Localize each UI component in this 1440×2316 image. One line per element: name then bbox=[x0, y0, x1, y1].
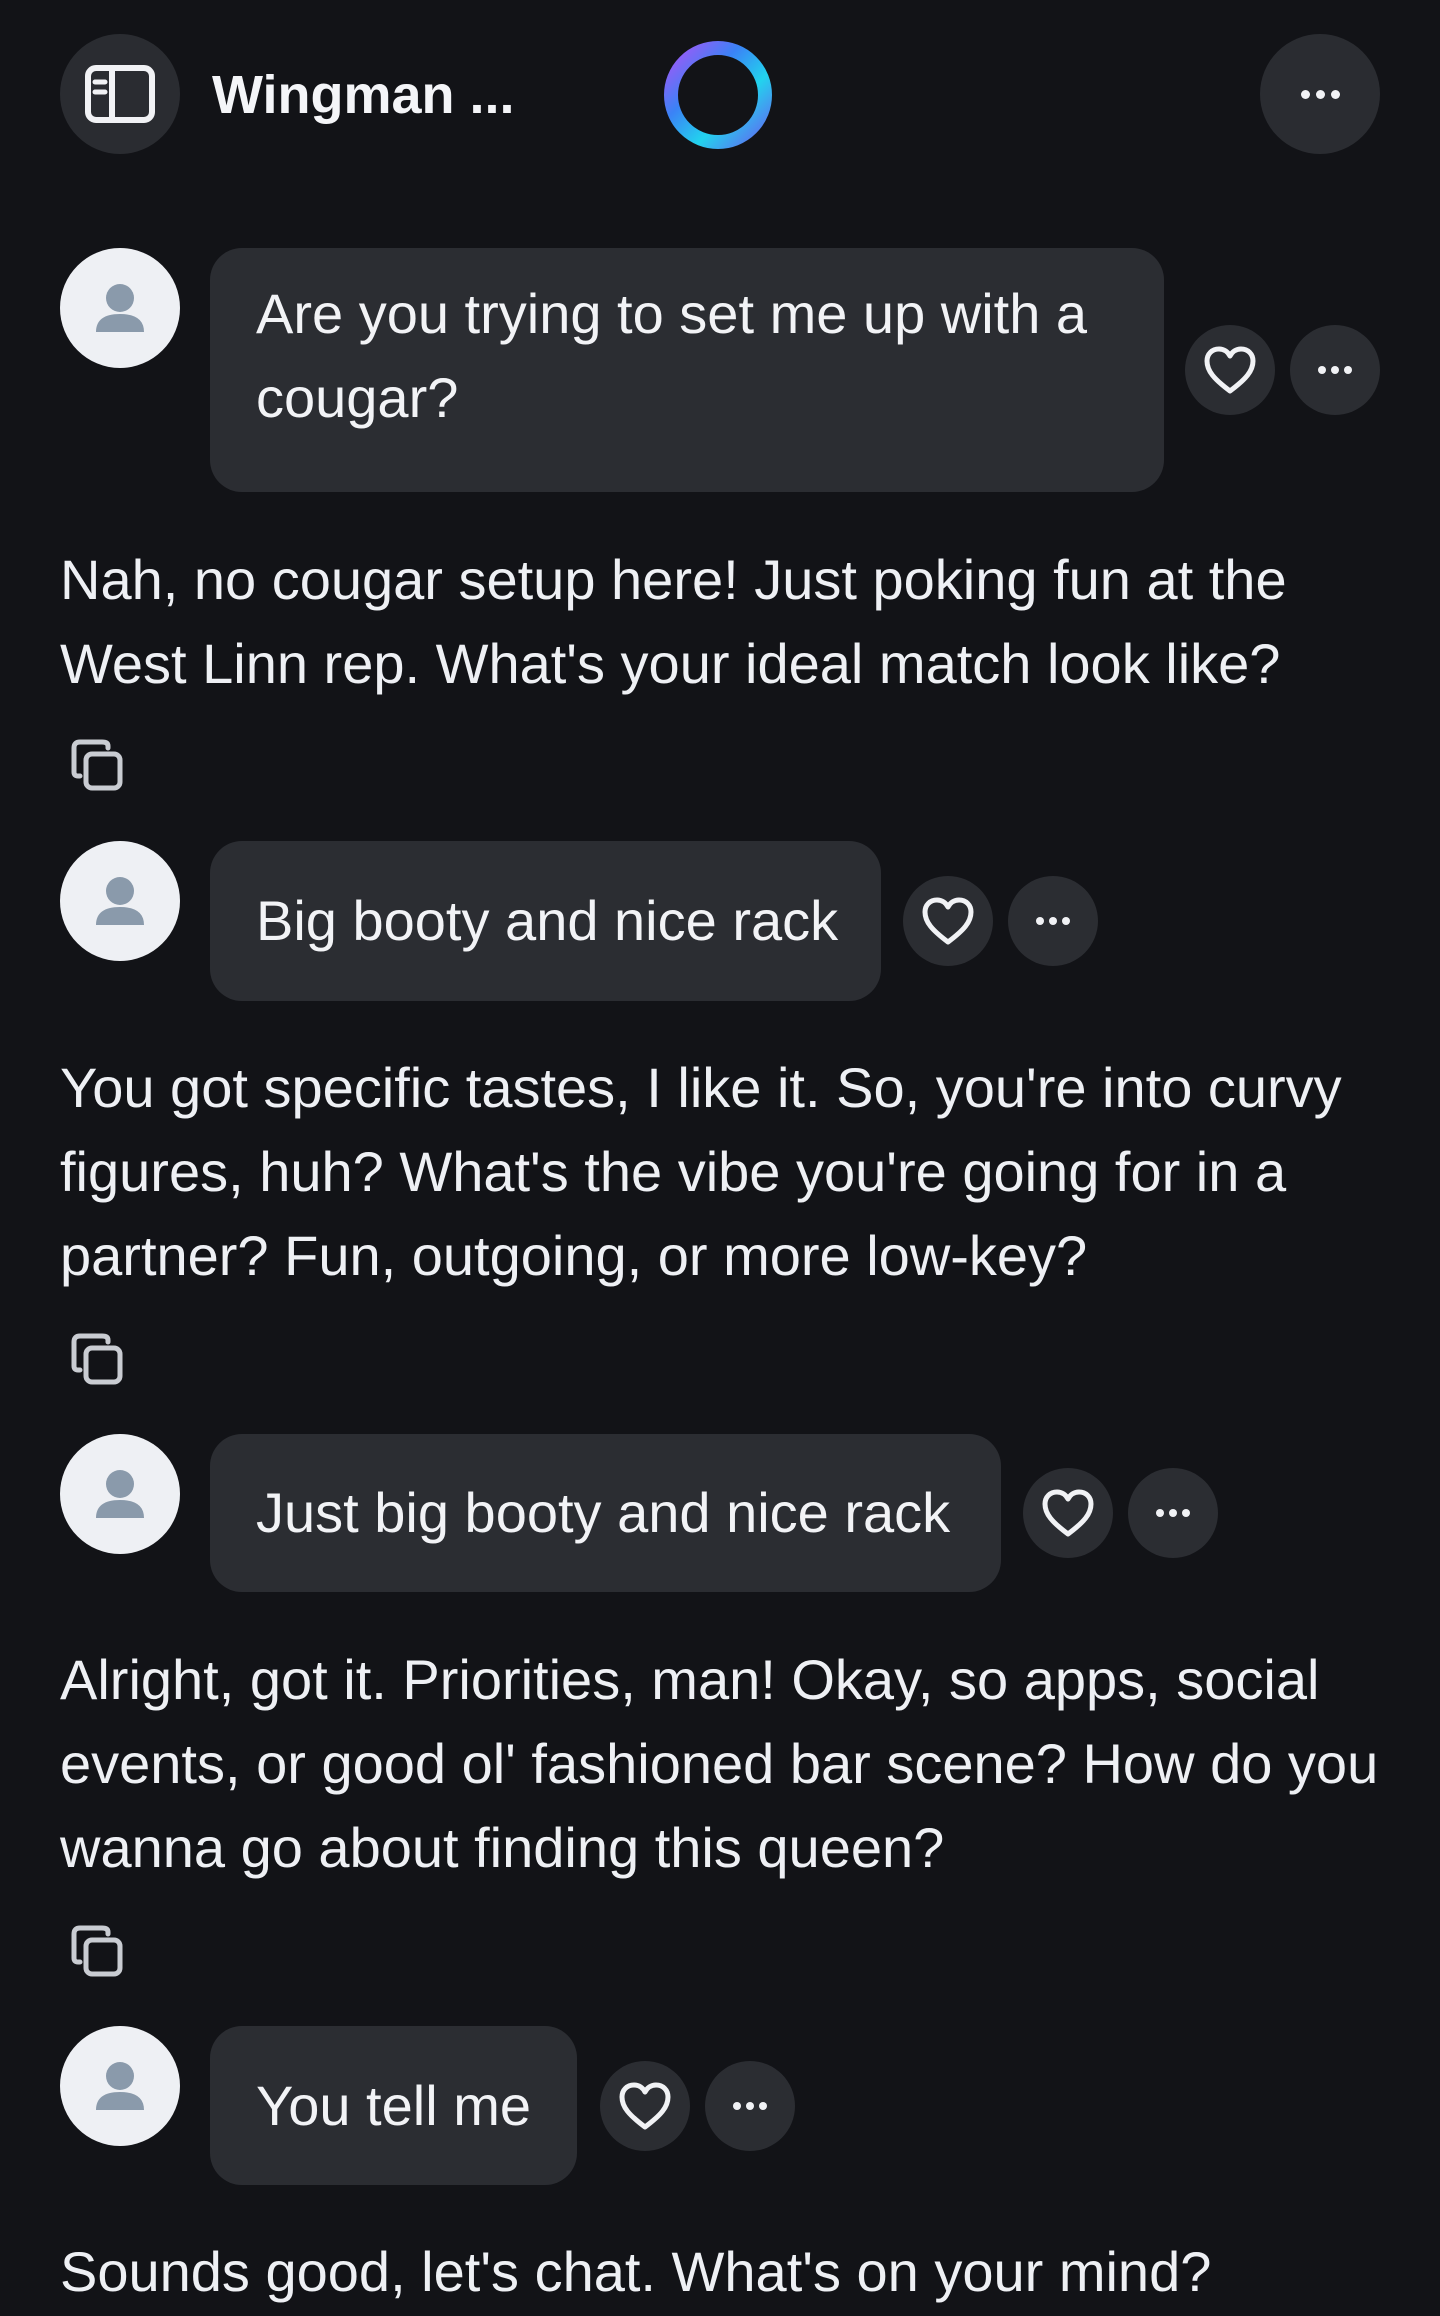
like-button[interactable] bbox=[903, 876, 993, 966]
sidebar-panel-icon bbox=[85, 65, 155, 123]
more-dots-icon bbox=[1318, 366, 1352, 374]
assistant-message-text: You got specific tastes, I like it. So, … bbox=[60, 1056, 1342, 1287]
person-icon bbox=[96, 2062, 144, 2110]
more-dots-icon bbox=[1156, 1509, 1190, 1517]
message-options-button[interactable] bbox=[1008, 876, 1098, 966]
more-dots-icon bbox=[733, 2102, 767, 2110]
top-bar: Wingman ... bbox=[0, 0, 1440, 190]
chat-options-button[interactable] bbox=[1260, 34, 1380, 154]
user-message-bubble: Big booty and nice rack bbox=[210, 841, 881, 1001]
like-button[interactable] bbox=[600, 2061, 690, 2151]
person-icon bbox=[96, 284, 144, 332]
more-dots-icon bbox=[1300, 89, 1340, 99]
heart-icon bbox=[1204, 346, 1256, 394]
message-options-button[interactable] bbox=[1290, 325, 1380, 415]
person-icon bbox=[96, 1470, 144, 1518]
more-dots-icon bbox=[1036, 917, 1070, 925]
assistant-message-text: Nah, no cougar setup here! Just poking f… bbox=[60, 548, 1287, 695]
heart-icon bbox=[619, 2082, 671, 2130]
copy-icon[interactable] bbox=[68, 736, 128, 796]
person-icon bbox=[96, 877, 144, 925]
user-message-bubble: Are you trying to set me up with a couga… bbox=[210, 248, 1164, 492]
user-message-text: Big booty and nice rack bbox=[256, 889, 839, 952]
user-avatar bbox=[60, 841, 180, 961]
sidebar-toggle-button[interactable] bbox=[60, 34, 180, 154]
heart-icon bbox=[1042, 1489, 1094, 1537]
assistant-ring-logo-icon bbox=[664, 41, 772, 149]
user-message-bubble: You tell me bbox=[210, 2026, 577, 2185]
user-avatar bbox=[60, 2026, 180, 2146]
message-options-button[interactable] bbox=[705, 2061, 795, 2151]
chat-title[interactable]: Wingman ... bbox=[212, 60, 515, 130]
user-message-text: You tell me bbox=[256, 2073, 531, 2137]
user-message-text: Are you trying to set me up with a couga… bbox=[256, 282, 1088, 429]
user-avatar bbox=[60, 248, 180, 368]
user-message-text: Just big booty and nice rack bbox=[256, 1481, 951, 1544]
message-options-button[interactable] bbox=[1128, 1468, 1218, 1558]
assistant-message-text: Alright, got it. Priorities, man! Okay, … bbox=[60, 1648, 1379, 1879]
heart-icon bbox=[922, 897, 974, 945]
copy-icon[interactable] bbox=[68, 1330, 128, 1390]
copy-icon[interactable] bbox=[68, 1922, 128, 1982]
like-button[interactable] bbox=[1185, 325, 1275, 415]
user-message-bubble: Just big booty and nice rack bbox=[210, 1434, 1001, 1592]
user-avatar bbox=[60, 1434, 180, 1554]
assistant-message-text: Sounds good, let's chat. What's on your … bbox=[60, 2240, 1212, 2303]
like-button[interactable] bbox=[1023, 1468, 1113, 1558]
